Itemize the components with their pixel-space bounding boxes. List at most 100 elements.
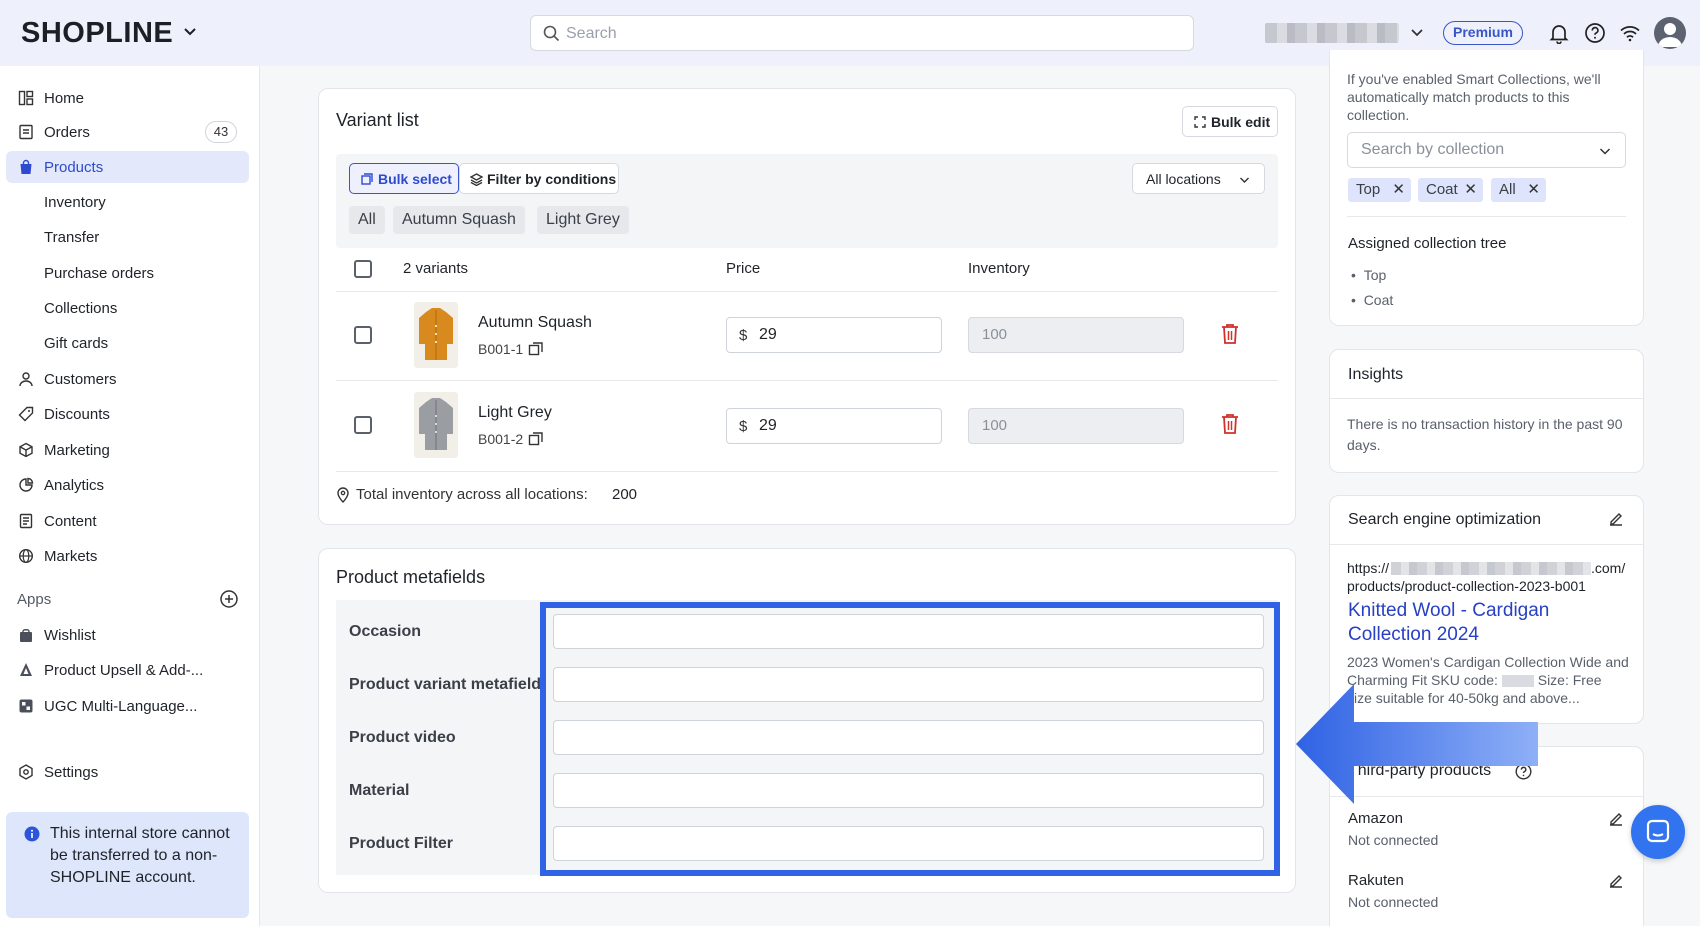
- sidebar-item-transfer[interactable]: Transfer: [6, 221, 249, 253]
- divider: [1330, 398, 1643, 399]
- gear-icon: [19, 764, 33, 780]
- annotation-arrow-icon: [1296, 684, 1538, 804]
- tag-label: Top: [1356, 181, 1381, 198]
- layers-icon: [470, 173, 483, 186]
- expand-icon: [1194, 116, 1206, 128]
- variant-name: Light Grey: [478, 404, 552, 421]
- channel-status: Not connected: [1348, 832, 1439, 848]
- avatar[interactable]: [1654, 17, 1686, 49]
- tag-icon: [18, 406, 34, 422]
- sidebar-app-ugc-multi-language[interactable]: UGC Multi-Language...: [6, 690, 249, 722]
- sidebar: Home Orders 43 Products Inventory Transf…: [0, 66, 260, 926]
- divider: [336, 380, 1278, 381]
- inventory-value: 100: [982, 326, 1008, 343]
- chevron-down-icon[interactable]: [1409, 24, 1425, 40]
- sidebar-item-content[interactable]: Content: [6, 505, 249, 537]
- trash-icon[interactable]: [1220, 323, 1240, 345]
- edit-icon[interactable]: [1608, 873, 1624, 889]
- variant-row-checkbox[interactable]: [354, 416, 372, 434]
- edit-icon[interactable]: [1608, 811, 1624, 827]
- variant-sku: B001-1: [478, 341, 524, 357]
- sidebar-item-label: Orders: [44, 124, 90, 141]
- bulk-select-button[interactable]: Bulk select: [349, 163, 459, 194]
- sidebar-item-gift-cards[interactable]: Gift cards: [6, 327, 249, 359]
- filter-label: Filter by conditions: [487, 171, 617, 187]
- location-select[interactable]: All locations: [1132, 163, 1265, 194]
- sidebar-item-markets[interactable]: Markets: [6, 540, 249, 572]
- metafields-title: Product metafields: [336, 567, 486, 587]
- sidebar-item-label: UGC Multi-Language...: [44, 698, 198, 715]
- sidebar-app-wishlist[interactable]: Wishlist: [6, 619, 249, 651]
- tree-item-label: Coat: [1363, 292, 1394, 308]
- global-search[interactable]: [530, 15, 1194, 51]
- bulk-edit-button[interactable]: Bulk edit: [1182, 106, 1278, 137]
- sidebar-item-purchase-orders[interactable]: Purchase orders: [6, 257, 249, 289]
- collection-tree-item: • Top: [1351, 267, 1387, 283]
- sidebar-item-label: Customers: [44, 371, 117, 388]
- variant-chip-all[interactable]: All: [349, 206, 385, 234]
- bag-icon: [20, 159, 32, 174]
- chat-support-button[interactable]: [1631, 805, 1685, 859]
- metafield-label: Material: [349, 782, 410, 799]
- remove-tag-icon[interactable]: ✕: [1527, 178, 1540, 202]
- shopline-logo[interactable]: SHOPLINE: [21, 17, 173, 50]
- sidebar-item-inventory[interactable]: Inventory: [6, 186, 249, 218]
- variant-thumbnail[interactable]: [414, 392, 458, 458]
- sidebar-item-analytics[interactable]: Analytics: [6, 469, 249, 501]
- variant-inventory-field: 100: [968, 408, 1184, 444]
- store-name-redacted[interactable]: [1265, 23, 1399, 43]
- location-pin-icon: [337, 487, 349, 503]
- variant-name: Autumn Squash: [478, 314, 592, 331]
- cardigan-image: [419, 398, 453, 450]
- globe-icon: [18, 548, 34, 564]
- pie-chart-icon: [19, 477, 34, 492]
- sidebar-item-orders[interactable]: Orders 43: [6, 116, 249, 148]
- variant-price-input[interactable]: $ 29: [726, 408, 942, 444]
- plan-badge[interactable]: Premium: [1443, 21, 1523, 45]
- sidebar-item-discounts[interactable]: Discounts: [6, 398, 249, 430]
- price-column-header: Price: [726, 260, 761, 277]
- sidebar-item-label: Transfer: [44, 229, 100, 246]
- edit-icon[interactable]: [1608, 511, 1624, 527]
- collection-search-select[interactable]: Search by collection: [1347, 132, 1626, 168]
- copy-icon[interactable]: [528, 431, 544, 447]
- add-circle-icon[interactable]: [219, 589, 239, 609]
- variant-row-checkbox[interactable]: [354, 326, 372, 344]
- trash-icon[interactable]: [1220, 413, 1240, 435]
- variant-chip-light-grey[interactable]: Light Grey: [537, 206, 629, 234]
- sidebar-item-customers[interactable]: Customers: [6, 363, 249, 395]
- sidebar-item-label: Marketing: [44, 442, 110, 459]
- orders-icon: [19, 124, 33, 140]
- chat-icon: [1646, 819, 1670, 843]
- gift-icon: [20, 629, 32, 642]
- variants-count-header: 2 variants: [403, 260, 469, 277]
- sidebar-item-marketing[interactable]: Marketing: [6, 434, 249, 466]
- wifi-icon[interactable]: [1619, 22, 1641, 44]
- metafield-inputs-highlight: [540, 602, 1280, 876]
- remove-tag-icon[interactable]: ✕: [1392, 178, 1405, 202]
- seo-url-prefix: https://: [1347, 560, 1390, 576]
- sidebar-item-settings[interactable]: Settings: [6, 756, 249, 788]
- select-all-checkbox[interactable]: [354, 260, 372, 278]
- store-transfer-notice: This internal store cannot be transferre…: [6, 812, 249, 918]
- currency-symbol: $: [739, 327, 748, 344]
- remove-tag-icon[interactable]: ✕: [1464, 178, 1477, 202]
- chevron-down-icon: [1599, 148, 1611, 155]
- insights-title: Insights: [1348, 366, 1404, 383]
- variant-thumbnail[interactable]: [414, 302, 458, 368]
- filter-by-conditions-button[interactable]: Filter by conditions: [459, 163, 619, 194]
- sidebar-item-collections[interactable]: Collections: [6, 292, 249, 324]
- variant-chip-autumn-squash[interactable]: Autumn Squash: [393, 206, 525, 234]
- chevron-down-icon[interactable]: [182, 23, 198, 39]
- cube-icon: [19, 442, 33, 458]
- sidebar-app-product-upsell[interactable]: Product Upsell & Add-...: [6, 654, 249, 686]
- bell-icon[interactable]: [1548, 22, 1570, 44]
- help-icon[interactable]: [1584, 22, 1606, 44]
- inventory-value: 100: [982, 417, 1008, 434]
- notice-text: This internal store cannot be transferre…: [50, 825, 230, 886]
- sidebar-item-home[interactable]: Home: [6, 82, 249, 114]
- copy-icon[interactable]: [528, 341, 544, 357]
- sidebar-item-products[interactable]: Products: [6, 151, 249, 183]
- search-input[interactable]: [566, 23, 1166, 45]
- variant-price-input[interactable]: $ 29: [726, 317, 942, 353]
